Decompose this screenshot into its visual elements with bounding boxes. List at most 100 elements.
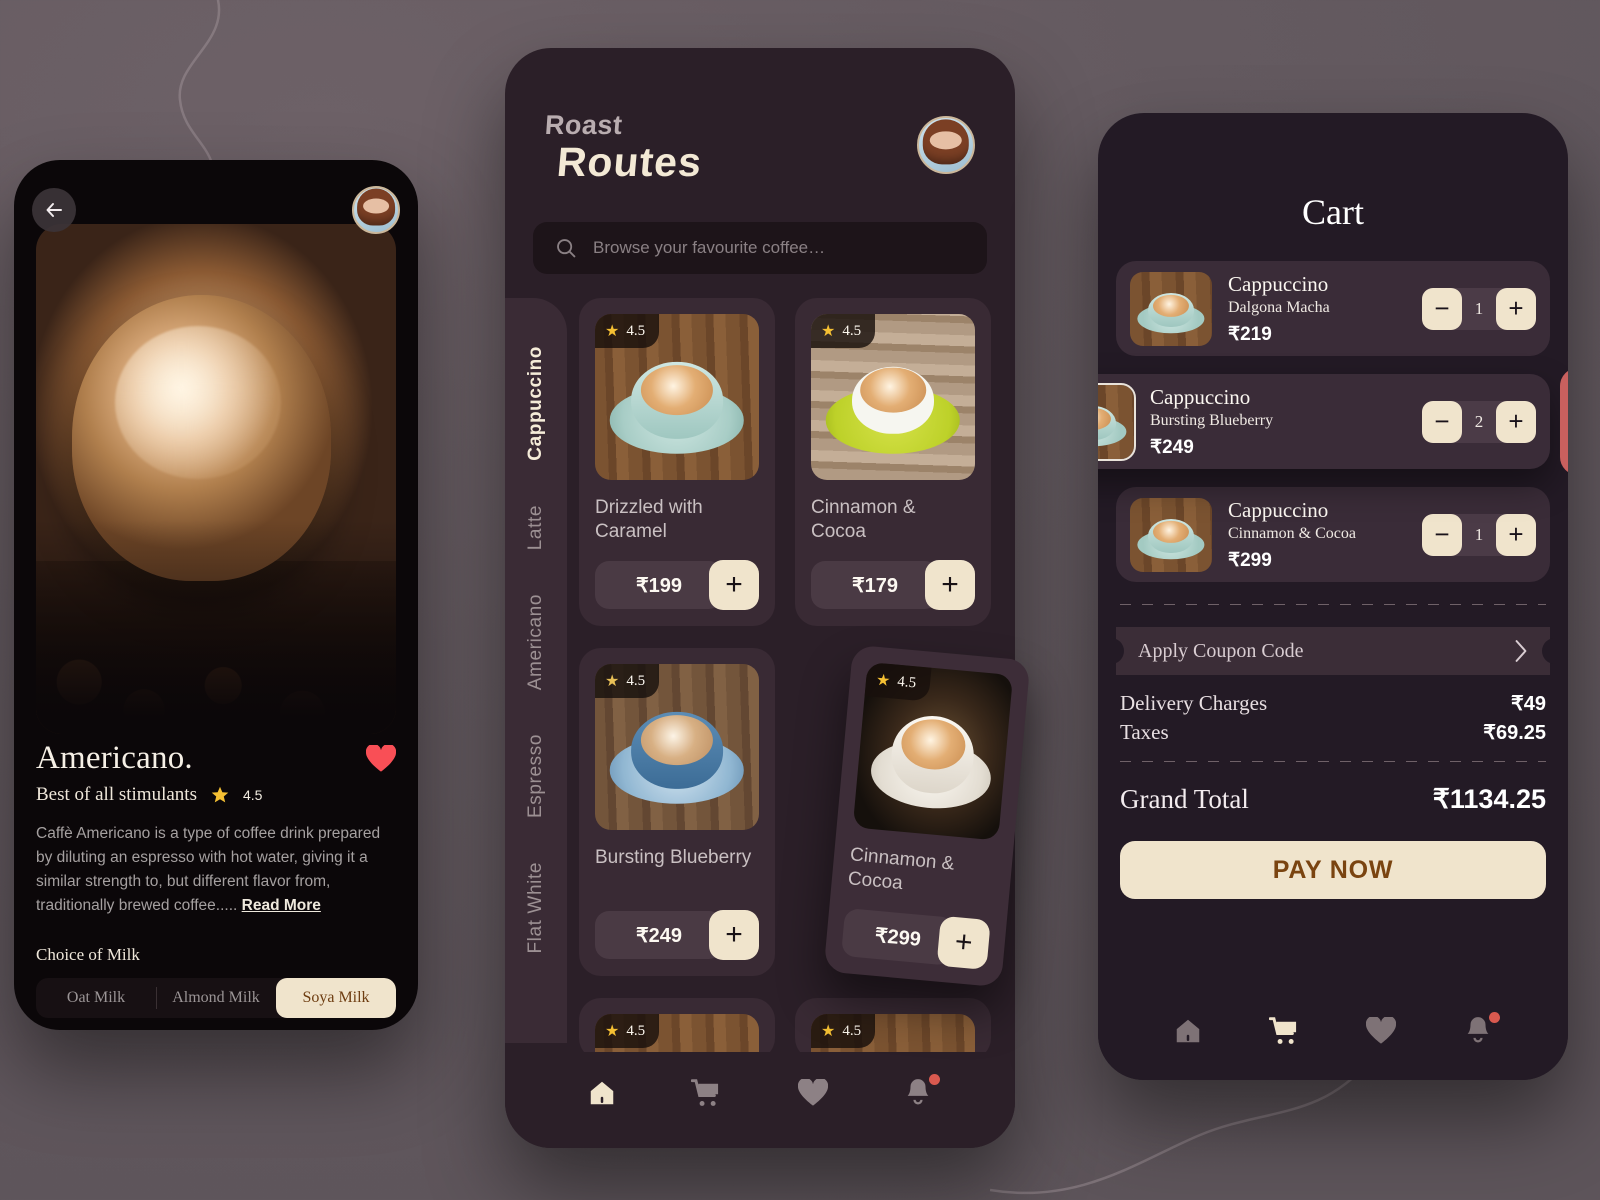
- product-card[interactable]: ★ 4.5 Bursting Blueberry ₹249 +: [579, 648, 775, 976]
- cart-item-price: ₹249: [1150, 436, 1194, 458]
- cart-item: Cappuccino Dalgona Macha ₹219 − 1 +: [1116, 261, 1550, 356]
- product-detail-body: Americano. Best of all stimulants 4.5 Ca…: [36, 740, 396, 1030]
- product-name: Cinnamon & Cocoa: [847, 844, 956, 895]
- add-to-cart-button[interactable]: +: [709, 910, 759, 960]
- category-americano[interactable]: Americano: [525, 594, 547, 690]
- nav-notifications[interactable]: [896, 1073, 941, 1113]
- decrease-quantity-button[interactable]: −: [1422, 513, 1462, 556]
- logo-line-2: Routes: [555, 139, 705, 185]
- increase-quantity-button[interactable]: +: [1496, 400, 1536, 443]
- star-icon: ★: [605, 1023, 620, 1040]
- read-more-link[interactable]: Read More: [242, 897, 321, 914]
- home-screen: Roast Routes Browse your favourite coffe…: [505, 48, 1015, 1148]
- cart-item-info: Cappuccino Dalgona Macha ₹219: [1212, 272, 1422, 346]
- apply-coupon-row[interactable]: Apply Coupon Code: [1116, 627, 1550, 675]
- product-name: Bursting Blueberry: [595, 847, 752, 868]
- home-header: Roast Routes: [505, 48, 1015, 186]
- decrease-quantity-button[interactable]: −: [1422, 287, 1462, 330]
- grand-total-label: Grand Total: [1120, 784, 1249, 814]
- nav-cart[interactable]: [685, 1073, 729, 1113]
- product-card[interactable]: ★ 4.5 Cinnamon & Cocoa ₹179 +: [795, 298, 991, 626]
- category-cappuccino[interactable]: Cappuccino: [525, 346, 547, 461]
- grand-total-row: Grand Total ₹1134.25: [1098, 784, 1568, 815]
- milk-option-almond[interactable]: Almond Milk: [156, 978, 276, 1018]
- rating-value: 4.5: [842, 1022, 862, 1039]
- cart-item-info: Cappuccino Cinnamon & Cocoa ₹299: [1212, 498, 1422, 572]
- cart-item-name: Cappuccino: [1150, 384, 1251, 409]
- cart-icon: [1268, 1017, 1296, 1044]
- back-button[interactable]: [32, 188, 76, 232]
- nav-home[interactable]: [1166, 1011, 1210, 1051]
- nav-favorites[interactable]: [791, 1073, 835, 1113]
- product-thumbnail: [1098, 382, 1136, 461]
- star-icon: ★: [605, 323, 620, 340]
- bottom-nav: [1098, 994, 1568, 1080]
- taxes-value: ₹69.25: [1483, 722, 1546, 744]
- star-icon: ★: [821, 1023, 836, 1040]
- divider: [1120, 604, 1546, 605]
- decrease-quantity-button[interactable]: −: [1422, 400, 1462, 443]
- product-description: Caffè Americano is a type of coffee drin…: [36, 822, 396, 918]
- star-icon: ★: [875, 671, 892, 691]
- divider: [1120, 761, 1546, 762]
- rating-value: 4.5: [626, 322, 646, 339]
- heart-filled-icon[interactable]: [366, 744, 396, 773]
- star-icon: ★: [821, 323, 836, 340]
- nav-cart[interactable]: [1263, 1011, 1307, 1051]
- floating-product-card[interactable]: ★ 4.5 Cinnamon & Cocoa ₹299 +: [823, 644, 1031, 988]
- milk-choice-label: Choice of Milk: [36, 945, 140, 965]
- add-to-cart-button[interactable]: +: [936, 915, 991, 971]
- rating-value: 4.5: [626, 1022, 646, 1039]
- rating-badge: ★ 4.5: [595, 664, 660, 698]
- delete-item-button[interactable]: [1560, 368, 1568, 475]
- cart-item-name: Cappuccino: [1228, 271, 1329, 296]
- crema: [860, 367, 926, 413]
- cart-item-name: Cappuccino: [1228, 497, 1329, 522]
- latte-art-swirl: [115, 326, 281, 479]
- chevron-right-icon: [1515, 640, 1527, 662]
- quantity-stepper: − 1 +: [1422, 513, 1536, 556]
- product-card-partial[interactable]: ★ 4.5: [795, 998, 991, 1060]
- avatar[interactable]: [917, 116, 975, 174]
- notification-badge: [929, 1074, 941, 1085]
- milk-option-soya[interactable]: Soya Milk: [276, 978, 396, 1019]
- product-price: ₹179: [811, 561, 939, 609]
- nav-notifications[interactable]: [1456, 1011, 1500, 1051]
- increase-quantity-button[interactable]: +: [1496, 287, 1536, 330]
- rating-badge: ★ 4.5: [864, 661, 932, 702]
- product-image: ★ 4.5: [811, 314, 975, 480]
- product-thumbnail: [1130, 497, 1212, 572]
- nav-favorites[interactable]: [1359, 1011, 1403, 1051]
- avatar[interactable]: [352, 186, 400, 234]
- rating-badge: ★ 4.5: [811, 1014, 876, 1048]
- search-placeholder: Browse your favourite coffee…: [593, 238, 826, 257]
- nav-home[interactable]: [580, 1073, 624, 1113]
- product-hero-image: [36, 224, 396, 734]
- add-to-cart-button[interactable]: +: [709, 560, 759, 610]
- add-to-cart-button[interactable]: +: [925, 560, 975, 610]
- category-latte[interactable]: Latte: [525, 505, 547, 550]
- cart-icon: [691, 1079, 719, 1106]
- cart-item-price: ₹299: [1228, 549, 1272, 571]
- rating-value: 4.5: [242, 787, 263, 803]
- coupon-label: Apply Coupon Code: [1138, 639, 1304, 662]
- description-text: Caffè Americano is a type of coffee drin…: [36, 825, 381, 915]
- cart-item-variant: Dalgona Macha: [1228, 298, 1330, 316]
- pay-now-button[interactable]: PAY NOW: [1120, 841, 1546, 899]
- milk-option-oat[interactable]: Oat Milk: [36, 978, 156, 1018]
- quantity-value: 1: [1474, 524, 1484, 544]
- heart-icon: [1366, 1017, 1397, 1044]
- milk-choice-group: Oat Milk Almond Milk Soya Milk: [36, 978, 396, 1019]
- product-card-partial[interactable]: ★ 4.5: [579, 998, 775, 1060]
- category-flat-white[interactable]: Flat White: [525, 862, 547, 954]
- quantity-stepper: − 2 +: [1422, 400, 1536, 443]
- category-espresso[interactable]: Espresso: [525, 734, 547, 818]
- title-row: Americano.: [36, 740, 396, 777]
- product-card[interactable]: ★ 4.5 Drizzled with Caramel ₹199 +: [579, 298, 775, 626]
- product-detail-screen: Americano. Best of all stimulants 4.5 Ca…: [14, 160, 418, 1030]
- search-bar[interactable]: Browse your favourite coffee…: [533, 222, 987, 274]
- cart-screen: Cart Cappuccino Dalgona Macha ₹219 − 1 +: [1098, 113, 1568, 1080]
- increase-quantity-button[interactable]: +: [1496, 513, 1536, 556]
- avatar-hair: [357, 188, 395, 226]
- grand-total-value: ₹1134.25: [1432, 784, 1546, 814]
